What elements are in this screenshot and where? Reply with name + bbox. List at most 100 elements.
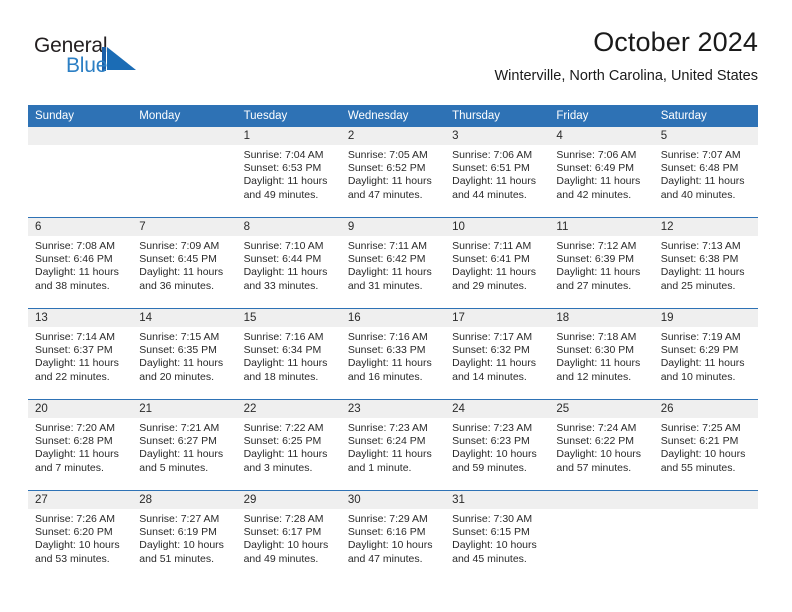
- calendar-day-cell[interactable]: 12 Sunrise: 7:13 AM Sunset: 6:38 PM Dayligh…: [653, 217, 758, 309]
- day-details: Sunrise: 7:26 AM Sunset: 6:20 PM Daylight:…: [28, 509, 132, 566]
- day-number: 3: [445, 127, 550, 145]
- sunrise-text: Sunrise: 7:14 AM: [35, 331, 115, 343]
- weekday-header-thursday: Thursday: [445, 105, 550, 127]
- weekday-header-saturday: Saturday: [653, 105, 758, 127]
- daylight-text: Daylight: 11 hours and 20 minutes.: [139, 357, 224, 383]
- day-number: 13: [28, 309, 133, 327]
- calendar-day-cell[interactable]: 29 Sunrise: 7:28 AM Sunset: 6:17 PM Dayligh…: [236, 490, 341, 581]
- sunrise-text: Sunrise: 7:09 AM: [139, 240, 220, 252]
- sunrise-text: Sunrise: 7:04 AM: [243, 149, 324, 161]
- day-details: Sunrise: 7:22 AM Sunset: 6:25 PM Daylight:…: [237, 418, 341, 475]
- calendar-day-cell[interactable]: 7 Sunrise: 7:09 AM Sunset: 6:45 PM Daylight…: [132, 217, 237, 309]
- calendar-day-cell[interactable]: 1 Sunrise: 7:04 AM Sunset: 6:53 PM Daylight…: [236, 127, 341, 218]
- day-cell-inner: 30 Sunrise: 7:29 AM Sunset: 6:16 PM Dayligh…: [340, 491, 446, 581]
- calendar-day-cell[interactable]: 10 Sunrise: 7:11 AM Sunset: 6:41 PM Dayligh…: [445, 217, 550, 309]
- day-cell-inner: 27 Sunrise: 7:26 AM Sunset: 6:20 PM Dayligh…: [28, 491, 133, 581]
- calendar-day-cell[interactable]: 28 Sunrise: 7:27 AM Sunset: 6:19 PM Dayligh…: [132, 490, 237, 581]
- sunrise-text: Sunrise: 7:29 AM: [347, 513, 428, 525]
- calendar-page: General Blue October 2024 Winterville, N…: [0, 0, 792, 612]
- sunrise-sunset-calendar: Sunday Monday Tuesday Wednesday Thursday…: [28, 105, 758, 581]
- sunrise-text: Sunrise: 7:06 AM: [452, 149, 533, 161]
- day-cell-inner: 23 Sunrise: 7:23 AM Sunset: 6:24 PM Dayligh…: [340, 400, 446, 490]
- calendar-day-cell[interactable]: 6 Sunrise: 7:08 AM Sunset: 6:46 PM Daylight…: [28, 217, 133, 309]
- day-cell-inner: 17 Sunrise: 7:17 AM Sunset: 6:32 PM Dayligh…: [445, 309, 550, 399]
- day-number: [132, 127, 237, 145]
- day-details: Sunrise: 7:30 AM Sunset: 6:15 PM Daylight:…: [445, 509, 549, 566]
- sunrise-text: Sunrise: 7:11 AM: [452, 240, 532, 252]
- calendar-day-cell[interactable]: 2 Sunrise: 7:05 AM Sunset: 6:52 PM Daylight…: [340, 127, 446, 218]
- day-cell-inner: [132, 127, 237, 217]
- calendar-day-cell[interactable]: 4 Sunrise: 7:06 AM Sunset: 6:49 PM Daylight…: [549, 127, 654, 218]
- calendar-day-cell[interactable]: 18 Sunrise: 7:18 AM Sunset: 6:30 PM Dayligh…: [549, 308, 654, 400]
- calendar-day-cell[interactable]: 22 Sunrise: 7:22 AM Sunset: 6:25 PM Dayligh…: [236, 399, 341, 491]
- day-number: 30: [340, 491, 446, 509]
- calendar-day-cell[interactable]: 11 Sunrise: 7:12 AM Sunset: 6:39 PM Dayligh…: [549, 217, 654, 309]
- sunrise-text: Sunrise: 7:22 AM: [243, 422, 324, 434]
- calendar-day-cell[interactable]: 27 Sunrise: 7:26 AM Sunset: 6:20 PM Dayligh…: [28, 490, 133, 581]
- daylight-text: Daylight: 10 hours and 47 minutes.: [347, 539, 433, 565]
- day-details: Sunrise: 7:20 AM Sunset: 6:28 PM Daylight:…: [28, 418, 132, 475]
- day-details: Sunrise: 7:13 AM Sunset: 6:38 PM Daylight:…: [654, 236, 758, 293]
- sunset-text: Sunset: 6:16 PM: [347, 526, 426, 539]
- sunrise-text: Sunrise: 7:23 AM: [347, 422, 428, 434]
- day-number: 31: [445, 491, 550, 509]
- day-cell-inner: 19 Sunrise: 7:19 AM Sunset: 6:29 PM Dayligh…: [653, 309, 758, 399]
- daylight-text: Daylight: 10 hours and 49 minutes.: [243, 539, 329, 565]
- daylight-text: Daylight: 11 hours and 14 minutes.: [452, 357, 536, 383]
- calendar-day-cell[interactable]: 25 Sunrise: 7:24 AM Sunset: 6:22 PM Dayligh…: [549, 399, 654, 491]
- daylight-text: Daylight: 11 hours and 5 minutes.: [139, 448, 224, 474]
- calendar-day-cell[interactable]: 21 Sunrise: 7:21 AM Sunset: 6:27 PM Dayligh…: [132, 399, 237, 491]
- calendar-cell-empty: [549, 490, 654, 581]
- calendar-day-cell[interactable]: 24 Sunrise: 7:23 AM Sunset: 6:23 PM Dayligh…: [445, 399, 550, 491]
- day-details: Sunrise: 7:08 AM Sunset: 6:46 PM Daylight:…: [28, 236, 132, 293]
- sunset-text: Sunset: 6:52 PM: [347, 162, 426, 175]
- calendar-week-row: 6 Sunrise: 7:08 AM Sunset: 6:46 PM Daylight…: [28, 217, 758, 309]
- calendar-day-cell[interactable]: 17 Sunrise: 7:17 AM Sunset: 6:32 PM Dayligh…: [445, 308, 550, 400]
- day-details: Sunrise: 7:17 AM Sunset: 6:32 PM Daylight:…: [445, 327, 549, 384]
- calendar-day-cell[interactable]: 8 Sunrise: 7:10 AM Sunset: 6:44 PM Daylight…: [236, 217, 341, 309]
- sunrise-text: Sunrise: 7:19 AM: [660, 331, 741, 343]
- day-details: Sunrise: 7:24 AM Sunset: 6:22 PM Daylight:…: [549, 418, 653, 475]
- day-number: 23: [340, 400, 446, 418]
- day-cell-inner: 10 Sunrise: 7:11 AM Sunset: 6:41 PM Dayligh…: [445, 218, 550, 308]
- calendar-day-cell[interactable]: 20 Sunrise: 7:20 AM Sunset: 6:28 PM Dayligh…: [28, 399, 133, 491]
- calendar-day-cell[interactable]: 9 Sunrise: 7:11 AM Sunset: 6:42 PM Daylight…: [340, 217, 446, 309]
- day-cell-inner: 16 Sunrise: 7:16 AM Sunset: 6:33 PM Dayligh…: [340, 309, 446, 399]
- calendar-day-cell[interactable]: 19 Sunrise: 7:19 AM Sunset: 6:29 PM Dayligh…: [653, 308, 758, 400]
- day-details: Sunrise: 7:09 AM Sunset: 6:45 PM Daylight:…: [132, 236, 236, 293]
- sunrise-text: Sunrise: 7:11 AM: [347, 240, 428, 252]
- daylight-text: Daylight: 11 hours and 40 minutes.: [660, 175, 745, 201]
- calendar-day-cell[interactable]: 15 Sunrise: 7:16 AM Sunset: 6:34 PM Dayligh…: [236, 308, 341, 400]
- day-details: Sunrise: 7:16 AM Sunset: 6:33 PM Daylight:…: [341, 327, 445, 384]
- day-details: Sunrise: 7:23 AM Sunset: 6:24 PM Daylight:…: [341, 418, 445, 475]
- day-details: Sunrise: 7:12 AM Sunset: 6:39 PM Daylight:…: [549, 236, 653, 293]
- day-cell-inner: 15 Sunrise: 7:16 AM Sunset: 6:34 PM Dayligh…: [236, 309, 341, 399]
- calendar-day-cell[interactable]: 3 Sunrise: 7:06 AM Sunset: 6:51 PM Daylight…: [445, 127, 550, 218]
- day-number: 9: [340, 218, 446, 236]
- calendar-week-row: 20 Sunrise: 7:20 AM Sunset: 6:28 PM Dayligh…: [28, 399, 758, 491]
- calendar-day-cell[interactable]: 16 Sunrise: 7:16 AM Sunset: 6:33 PM Dayligh…: [340, 308, 446, 400]
- day-cell-inner: 28 Sunrise: 7:27 AM Sunset: 6:19 PM Dayligh…: [132, 491, 237, 581]
- weekday-header-row: Sunday Monday Tuesday Wednesday Thursday…: [28, 105, 758, 127]
- sunrise-text: Sunrise: 7:16 AM: [347, 331, 428, 343]
- calendar-day-cell[interactable]: 13 Sunrise: 7:14 AM Sunset: 6:37 PM Dayligh…: [28, 308, 133, 400]
- calendar-day-cell[interactable]: 14 Sunrise: 7:15 AM Sunset: 6:35 PM Dayligh…: [132, 308, 237, 400]
- calendar-day-cell[interactable]: 5 Sunrise: 7:07 AM Sunset: 6:48 PM Daylight…: [653, 127, 758, 218]
- day-number: 21: [132, 400, 237, 418]
- calendar-day-cell[interactable]: 30 Sunrise: 7:29 AM Sunset: 6:16 PM Dayligh…: [340, 490, 446, 581]
- day-details: Sunrise: 7:11 AM Sunset: 6:42 PM Daylight:…: [341, 236, 445, 293]
- calendar-day-cell[interactable]: 23 Sunrise: 7:23 AM Sunset: 6:24 PM Dayligh…: [340, 399, 446, 491]
- daylight-text: Daylight: 11 hours and 47 minutes.: [347, 175, 432, 201]
- daylight-text: Daylight: 11 hours and 22 minutes.: [35, 357, 119, 383]
- sunrise-text: Sunrise: 7:10 AM: [243, 240, 324, 252]
- calendar-day-cell[interactable]: 26 Sunrise: 7:25 AM Sunset: 6:21 PM Dayligh…: [653, 399, 758, 491]
- sunrise-text: Sunrise: 7:17 AM: [452, 331, 533, 343]
- day-cell-inner: [653, 491, 758, 581]
- day-cell-inner: 6 Sunrise: 7:08 AM Sunset: 6:46 PM Daylight…: [28, 218, 133, 308]
- day-number: 2: [340, 127, 446, 145]
- calendar-day-cell[interactable]: 31 Sunrise: 7:30 AM Sunset: 6:15 PM Dayligh…: [445, 490, 550, 581]
- daylight-text: Daylight: 11 hours and 29 minutes.: [452, 266, 536, 292]
- sunrise-text: Sunrise: 7:30 AM: [452, 513, 533, 525]
- day-cell-inner: 25 Sunrise: 7:24 AM Sunset: 6:22 PM Dayligh…: [549, 400, 654, 490]
- sunset-text: Sunset: 6:39 PM: [556, 253, 635, 266]
